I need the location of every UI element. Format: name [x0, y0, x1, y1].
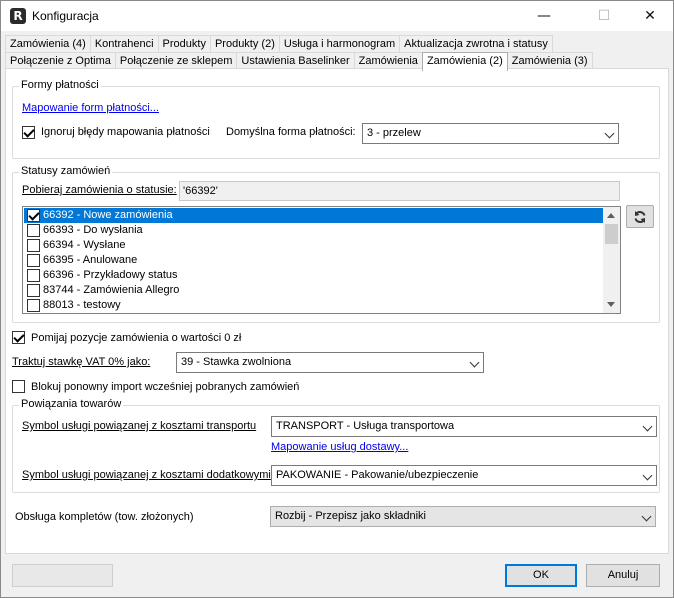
chevron-down-icon — [641, 511, 652, 522]
status-item-label: 66394 - Wysłane — [43, 239, 126, 251]
extra-costs-select[interactable]: PAKOWANIE - Pakowanie/ubezpieczenie — [271, 465, 657, 486]
close-button[interactable]: ✕ — [627, 1, 673, 31]
default-payment-select[interactable]: 3 - przelew — [362, 123, 619, 144]
vat-label: Traktuj stawkę VAT 0% jako: — [12, 356, 151, 368]
ignore-errors-checkbox[interactable] — [22, 126, 35, 139]
status-item-label: 88013 - testowy — [43, 299, 121, 311]
tab-zamowienia-2[interactable]: Zamówienia (2) — [421, 52, 508, 71]
config-window: R Konfiguracja — ☐ ✕ Zamówienia (4) Kont… — [0, 0, 674, 598]
status-list-scrollbar[interactable] — [603, 207, 620, 313]
tab-usluga-harmonogram[interactable]: Usługa i harmonogram — [278, 35, 401, 53]
status-list-item[interactable]: 66395 - Anulowane — [24, 253, 603, 268]
bottom-bar: OK Anuluj — [1, 554, 673, 597]
tab-kontrahenci[interactable]: Kontrahenci — [89, 35, 159, 53]
transport-select[interactable]: TRANSPORT - Usługa transportowa — [271, 416, 657, 437]
refresh-statuses-button[interactable] — [626, 205, 654, 228]
title-bar: R Konfiguracja — ☐ ✕ — [1, 1, 673, 31]
chevron-down-icon — [469, 357, 480, 368]
status-item-label: 66396 - Przykładowy status — [43, 269, 178, 281]
delivery-mapping-link[interactable]: Mapowanie usług dostawy... — [271, 441, 408, 453]
tab-panel: Formy płatności Mapowanie form płatności… — [5, 68, 669, 554]
minimize-button[interactable]: — — [521, 1, 567, 31]
disabled-button — [12, 564, 113, 587]
products-group-label: Powiązania towarów — [19, 398, 124, 410]
payments-group: Formy płatności Mapowanie form płatności… — [12, 79, 660, 159]
status-list[interactable]: 66392 - Nowe zamówienia 66393 - Do wysła… — [22, 206, 621, 314]
status-checkbox[interactable] — [27, 209, 40, 222]
status-item-label: 66393 - Do wysłania — [43, 224, 143, 236]
vat-select[interactable]: 39 - Stawka zwolniona — [176, 352, 484, 373]
scroll-thumb[interactable] — [605, 224, 618, 244]
status-checkbox[interactable] — [27, 239, 40, 252]
chevron-down-icon — [642, 421, 653, 432]
status-item-label: 66395 - Anulowane — [43, 254, 138, 266]
tab-produkty[interactable]: Produkty — [157, 35, 211, 53]
ok-button[interactable]: OK — [505, 564, 577, 587]
status-list-item[interactable]: 83744 - Zamówienia Allegro — [24, 283, 603, 298]
scroll-down-icon[interactable] — [607, 302, 615, 307]
skip-zero-label: Pomijaj pozycje zamówienia o wartości 0 … — [31, 332, 242, 344]
chevron-down-icon — [642, 470, 653, 481]
status-list-item[interactable]: 66394 - Wysłane — [24, 238, 603, 253]
block-reimport-checkbox[interactable] — [12, 380, 25, 393]
transport-value: TRANSPORT - Usługa transportowa — [276, 420, 455, 432]
products-group: Powiązania towarów Symbol usługi powiąza… — [12, 398, 660, 493]
maximize-button[interactable]: ☐ — [581, 1, 627, 31]
status-item-label: 83744 - Zamówienia Allegro — [43, 284, 180, 296]
statuses-group-label: Statusy zamówień — [19, 165, 113, 177]
scroll-up-icon[interactable] — [607, 213, 615, 218]
skip-zero-checkbox[interactable] — [12, 331, 25, 344]
status-checkbox[interactable] — [27, 254, 40, 267]
ignore-errors-label: Ignoruj błędy mapowania płatności — [41, 126, 210, 138]
tab-aktualizacja-zwrotna[interactable]: Aktualizacja zwrotna i statusy — [399, 35, 553, 53]
bundles-label: Obsługa kompletów (tow. złożonych) — [15, 511, 194, 523]
tab-zamowienia-4[interactable]: Zamówienia (4) — [5, 35, 91, 53]
cancel-button[interactable]: Anuluj — [586, 564, 660, 587]
status-list-item[interactable]: 66393 - Do wysłania — [24, 223, 603, 238]
window-title: Konfiguracja — [32, 9, 99, 23]
payments-group-label: Formy płatności — [19, 79, 101, 91]
app-logo-icon: R — [10, 8, 26, 24]
status-checkbox[interactable] — [27, 224, 40, 237]
extra-costs-value: PAKOWANIE - Pakowanie/ubezpieczenie — [276, 469, 479, 481]
default-payment-label: Domyślna forma płatności: — [226, 126, 356, 138]
transport-label: Symbol usługi powiązanej z kosztami tran… — [22, 420, 257, 432]
fetch-status-label: Pobieraj zamówienia o statusie: — [22, 184, 177, 196]
chevron-down-icon — [604, 128, 615, 139]
status-checkbox[interactable] — [27, 299, 40, 312]
refresh-icon — [634, 210, 646, 223]
extra-costs-label: Symbol usługi powiązanej z kosztami doda… — [22, 469, 271, 481]
status-checkbox[interactable] — [27, 269, 40, 282]
tab-produkty-2[interactable]: Produkty (2) — [209, 35, 280, 53]
vat-value: 39 - Stawka zwolniona — [181, 356, 292, 368]
status-list-item[interactable]: 66392 - Nowe zamówienia — [24, 208, 603, 223]
bundles-value: Rozbij - Przepisz jako składniki — [275, 510, 426, 522]
status-list-item[interactable]: 66396 - Przykładowy status — [24, 268, 603, 283]
block-reimport-label: Blokuj ponowny import wcześniej pobranyc… — [31, 381, 300, 393]
status-item-label: 66392 - Nowe zamówienia — [43, 209, 173, 221]
status-list-item[interactable]: 88013 - testowy — [24, 298, 603, 313]
fetch-status-field: '66392' — [179, 181, 620, 201]
tabs-row-top: Zamówienia (4) Kontrahenci Produkty Prod… — [5, 35, 553, 53]
default-payment-value: 3 - przelew — [367, 127, 421, 139]
fetch-status-value: '66392' — [183, 185, 218, 197]
status-checkbox[interactable] — [27, 284, 40, 297]
payment-mapping-link[interactable]: Mapowanie form płatności... — [22, 102, 159, 114]
bundles-select[interactable]: Rozbij - Przepisz jako składniki — [270, 506, 656, 527]
